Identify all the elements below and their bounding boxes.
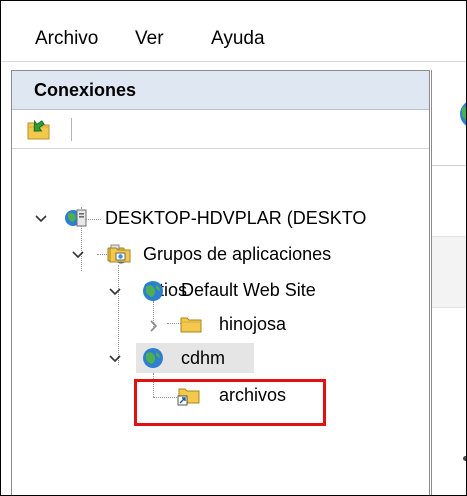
connect-folder-icon[interactable]: [26, 116, 52, 142]
folder-icon: [179, 312, 203, 336]
globe-icon: [141, 279, 165, 303]
chevron-down-icon[interactable]: [34, 212, 48, 226]
chevron-right-icon[interactable]: [146, 319, 160, 333]
iis-manager-window: Archivo Ver Ayuda Conexiones DESKTOP-HDV…: [0, 0, 467, 496]
server-globe-icon: [64, 206, 88, 230]
bullet-icon: [463, 456, 466, 461]
connections-header: Conexiones: [12, 71, 429, 110]
chevron-down-icon[interactable]: [71, 248, 85, 262]
tree-item-default-web-site[interactable]: Default Web Site: [181, 279, 316, 301]
menu-ver[interactable]: Ver: [135, 28, 164, 50]
globe-icon: [141, 346, 165, 370]
tree-item-server[interactable]: DESKTOP-HDVPLAR (DESKTO: [105, 207, 366, 229]
connections-toolbar: [12, 110, 429, 149]
chevron-down-icon[interactable]: [108, 285, 122, 299]
connections-title: Conexiones: [34, 80, 137, 100]
chevron-down-icon[interactable]: [108, 352, 122, 366]
menu-ayuda[interactable]: Ayuda: [211, 28, 265, 50]
annotation-highlight-box: [134, 379, 326, 426]
tree-item-app-pools[interactable]: Grupos de aplicaciones: [143, 243, 331, 265]
tree-item-cdhm[interactable]: cdhm: [181, 347, 225, 369]
menu-bar: Archivo Ver Ayuda: [1, 1, 466, 62]
tree-item-hinojosa[interactable]: hinojosa: [219, 313, 286, 335]
content-divider: [432, 165, 466, 166]
content-pane: [431, 70, 466, 495]
menu-archivo[interactable]: Archivo: [35, 28, 98, 50]
tree-guide-line: [118, 265, 119, 365]
toolbar-separator: [71, 118, 72, 141]
content-column-header: [432, 236, 466, 308]
sites-folder-icon: [108, 242, 132, 266]
globe-icon: [454, 98, 466, 130]
